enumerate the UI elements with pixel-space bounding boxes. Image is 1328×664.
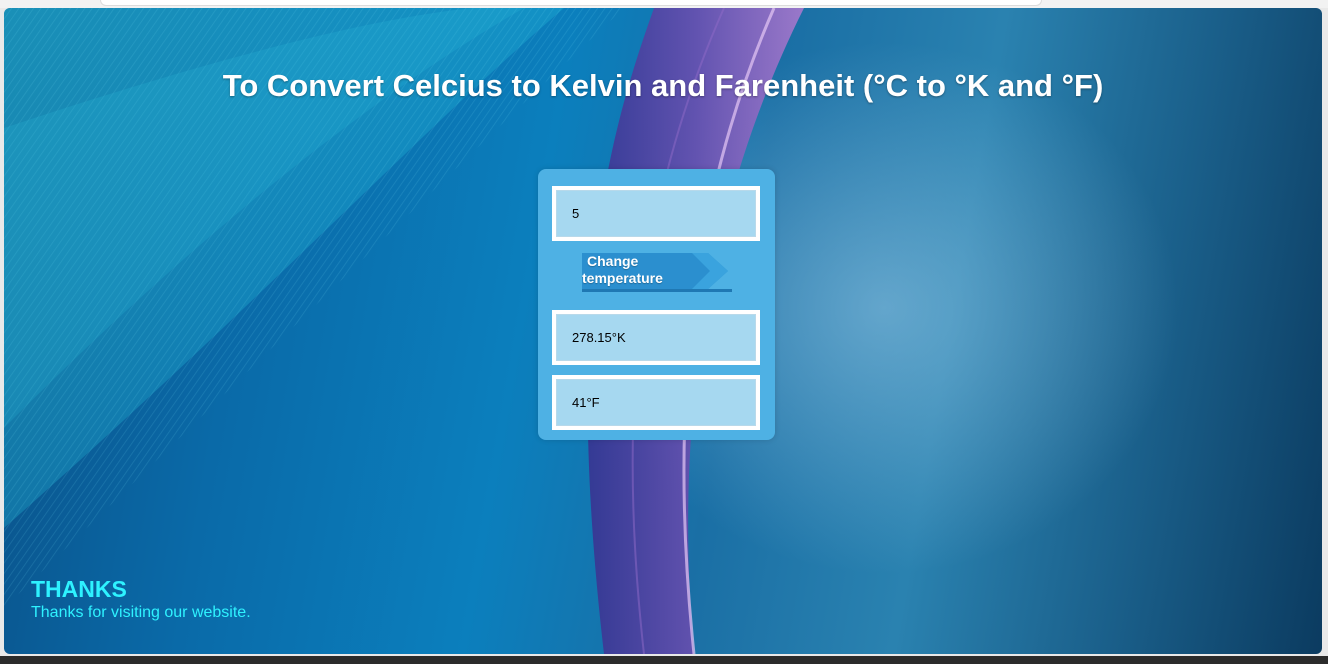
button-label: Change temperature	[582, 253, 674, 287]
address-bar-edge	[100, 0, 1042, 6]
browser-top-strip	[0, 0, 1328, 8]
converter-card: Change temperature 278.15°K 41°F	[538, 169, 775, 440]
fahrenheit-output: 41°F	[556, 379, 756, 426]
change-temperature-button[interactable]: Change temperature	[582, 251, 732, 293]
fahrenheit-output-frame: 41°F	[552, 375, 760, 430]
footer-message: Thanks for visiting our website.	[31, 604, 251, 621]
taskbar-edge	[0, 656, 1328, 664]
kelvin-output-frame: 278.15°K	[552, 310, 760, 365]
celsius-input-frame	[552, 186, 760, 241]
footer-heading: THANKS	[31, 576, 127, 602]
kelvin-output: 278.15°K	[556, 314, 756, 361]
button-label-line2: temperature	[582, 270, 663, 286]
page-background: To Convert Celcius to Kelvin and Farenhe…	[4, 8, 1322, 654]
celsius-input[interactable]	[556, 190, 756, 237]
page-title: To Convert Celcius to Kelvin and Farenhe…	[222, 68, 1104, 103]
button-label-line1: Change	[587, 253, 639, 269]
